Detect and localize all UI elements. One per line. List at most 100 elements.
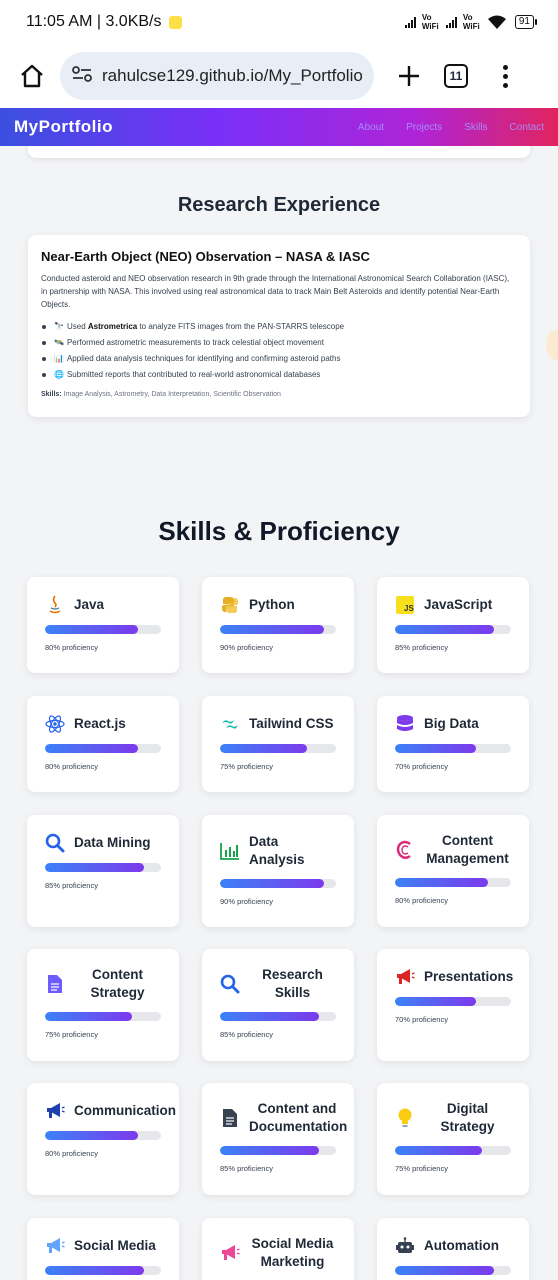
skill-card-research-skills: Research Skills 85% proficiency [202, 949, 354, 1061]
status-time-speed: 11:05 AM | 3.0KB/s [26, 13, 162, 30]
megaphone-icon [45, 1101, 65, 1121]
cms-icon [395, 840, 415, 860]
skill-name: React.js [74, 716, 126, 731]
proficiency-bar [220, 625, 336, 634]
proficiency-bar [45, 1266, 161, 1275]
skill-card-data-analysis: Data Analysis 90% proficiency [202, 815, 354, 927]
skill-card-react-js: React.js 80% proficiency [27, 696, 179, 792]
nav-link-skills[interactable]: Skills [464, 122, 487, 133]
search-icon [45, 833, 65, 853]
proficiency-bar-fill [395, 1266, 494, 1275]
research-bullet: 📊 Applied data analysis techniques for id… [41, 351, 517, 367]
skill-card-data-mining: Data Mining 85% proficiency [27, 815, 179, 927]
research-card-description: Conducted asteroid and NEO observation r… [41, 274, 510, 309]
skill-header: Social Media [45, 1236, 161, 1256]
proficiency-bar [45, 744, 161, 753]
wifi-icon [487, 14, 507, 30]
skill-name: Presentations [424, 969, 514, 984]
skill-header: React.js [45, 714, 161, 734]
site-brand[interactable]: MyPortfolio [14, 117, 113, 137]
proficiency-bar-fill [220, 879, 325, 888]
proficiency-bar-fill [395, 625, 494, 634]
telescope-icon: 🔭 [54, 322, 64, 331]
research-skills-line: Skills: Image Analysis, Astrometry, Data… [41, 391, 281, 398]
skill-card-content-and-documentation: Content and Documentation 85% proficiency [202, 1083, 354, 1195]
proficiency-bar [395, 1146, 511, 1155]
overflow-menu-icon[interactable] [502, 64, 508, 88]
proficiency-bar-fill [45, 1131, 138, 1140]
research-bullet: 🌐 Submitted reports that contributed to r… [41, 367, 517, 383]
proficiency-bar-fill [45, 744, 138, 753]
proficiency-label: 70% proficiency [395, 762, 448, 771]
skill-name: Social Media Marketing [251, 1236, 334, 1269]
skill-header: Research Skills [220, 966, 336, 1002]
new-tab-icon[interactable] [394, 61, 424, 91]
proficiency-bar-fill [45, 863, 144, 872]
search-icon [220, 974, 240, 994]
lightbulb-icon [395, 1108, 415, 1128]
skill-header: Digital Strategy [395, 1100, 511, 1136]
floating-edge-button[interactable] [546, 330, 558, 360]
research-heading: Research Experience [177, 194, 381, 216]
proficiency-bar [395, 625, 511, 634]
status-bar: 11:05 AM | 3.0KB/s Vo WiFi Vo WiFi 91 [0, 0, 558, 44]
file-icon [220, 1108, 240, 1128]
proficiency-bar [45, 1012, 161, 1021]
java-icon [45, 595, 65, 615]
skill-card-python: Python 90% proficiency [202, 577, 354, 673]
skill-card-social-media: Social Media [27, 1218, 179, 1280]
skill-name: Data Analysis [249, 834, 305, 867]
proficiency-bar [220, 1012, 336, 1021]
skill-header: Social Media Marketing [220, 1235, 336, 1271]
robot-icon [395, 1236, 415, 1256]
svg-text:JS: JS [404, 604, 414, 613]
proficiency-bar-fill [395, 878, 488, 887]
skill-name: JavaScript [424, 597, 493, 612]
proficiency-label: 80% proficiency [45, 762, 98, 771]
research-bullet: 🛰️ Performed astrometric measurements to … [41, 335, 517, 351]
proficiency-bar-fill [220, 1012, 319, 1021]
skill-name: Data Mining [74, 835, 151, 850]
vowifi-2-label: Vo WiFi [462, 13, 480, 31]
proficiency-bar [220, 744, 336, 753]
url-text: rahulcse129.github.io/My_Portfolio/ [102, 66, 362, 85]
nav-link-contact[interactable]: Contact [510, 122, 544, 133]
research-card: Near-Earth Object (NEO) Observation – NA… [28, 235, 530, 417]
python-icon [220, 595, 240, 615]
previous-section-card [28, 146, 530, 158]
signal-1-icon [404, 16, 416, 28]
proficiency-bar [395, 878, 511, 887]
skill-card-tailwind-css: Tailwind CSS 75% proficiency [202, 696, 354, 792]
skill-header: Data Mining [45, 833, 161, 853]
skill-name: Java [74, 597, 105, 612]
proficiency-label: 80% proficiency [45, 643, 98, 652]
skill-header: JS JavaScript [395, 595, 511, 615]
nav-link-projects[interactable]: Projects [406, 122, 442, 133]
proficiency-bar [45, 863, 161, 872]
proficiency-bar-fill [395, 997, 477, 1006]
proficiency-bar [220, 879, 336, 888]
proficiency-label: 70% proficiency [395, 1015, 448, 1024]
bar-chart-icon [220, 841, 240, 861]
address-bar[interactable]: rahulcse129.github.io/My_Portfolio/ [60, 52, 374, 100]
proficiency-bar [395, 997, 511, 1006]
skill-header: Communication [45, 1101, 176, 1121]
proficiency-bar-fill [395, 744, 477, 753]
proficiency-label: 75% proficiency [395, 1164, 448, 1173]
skill-card-content-management: Content Management 80% proficiency [377, 815, 529, 927]
nav-link-about[interactable]: About [358, 122, 384, 133]
proficiency-label: 90% proficiency [220, 897, 273, 906]
skill-card-java: Java 80% proficiency [27, 577, 179, 673]
proficiency-bar [45, 625, 161, 634]
document-icon [45, 974, 65, 994]
proficiency-bar [45, 1131, 161, 1140]
skill-header: Java [45, 595, 161, 615]
tab-switcher-button[interactable]: 11 [444, 64, 468, 88]
skill-name: Automation [424, 1238, 499, 1253]
skill-name: Big Data [424, 716, 479, 731]
skill-header: Content Management [395, 832, 511, 868]
skill-name: Social Media [74, 1238, 156, 1253]
skill-card-automation: Automation [377, 1218, 529, 1280]
home-icon[interactable] [16, 60, 48, 92]
site-settings-icon[interactable] [72, 65, 92, 88]
